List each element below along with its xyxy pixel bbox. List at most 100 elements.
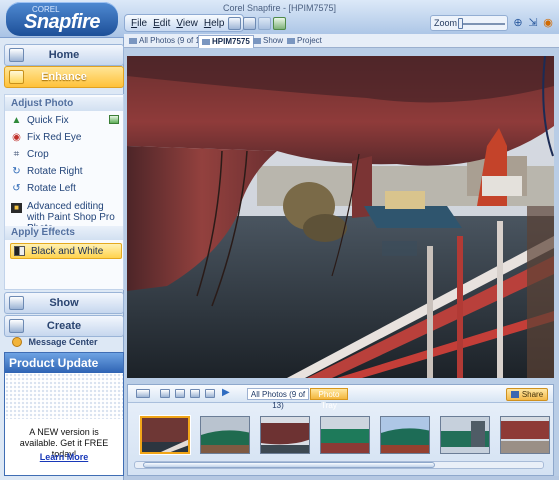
task-fix-red-eye[interactable]: ◉ Fix Red Eye — [11, 132, 121, 148]
main-photo[interactable] — [127, 56, 554, 378]
export-icon[interactable]: ⇲ — [527, 17, 539, 29]
crop-icon: ⌗ — [13, 149, 20, 160]
filmstrip-toolbar: ▶ All Photos (9 of 13) Photo Tray Share — [128, 385, 553, 410]
thumbnail[interactable] — [260, 416, 310, 454]
image-tab-icon — [202, 38, 210, 45]
product-update-pattern — [5, 373, 123, 419]
thumbnail[interactable] — [380, 416, 430, 454]
share-icon — [510, 391, 519, 399]
rotate-icon[interactable] — [175, 389, 185, 398]
quick-fix-star-icon — [109, 115, 119, 124]
task-label: Rotate Right — [27, 166, 83, 177]
task-label: Rotate Left — [27, 183, 76, 194]
message-alert-icon — [12, 337, 22, 347]
filmstrip-all-photos-tab[interactable]: All Photos (9 of 13) — [247, 388, 309, 410]
menu-view[interactable]: View — [176, 18, 198, 29]
task-advanced-editing[interactable]: ■ Advanced editing with Paint Shop Pro P… — [11, 201, 121, 234]
share-button[interactable]: Share — [506, 388, 548, 401]
nav-create-label: Create — [46, 320, 82, 332]
thumbnail[interactable] — [140, 416, 190, 454]
nav-enhance-label: Enhance — [41, 71, 87, 83]
tab-hpim7575-label: HPIM7575 — [212, 37, 250, 46]
zoom-control: Zoom — [430, 15, 508, 31]
product-update-title: Product Update — [5, 353, 123, 373]
task-crop[interactable]: ⌗ Crop — [11, 149, 121, 165]
thumbnail[interactable] — [320, 416, 370, 454]
photos-tab-icon — [129, 37, 137, 44]
tag-icon[interactable] — [160, 389, 170, 398]
rotate-left-icon: ↺ — [12, 183, 21, 194]
window-title: Corel Snapfire - [HPIM7575] — [222, 3, 337, 13]
zoom-slider-thumb[interactable] — [458, 18, 463, 29]
thumbnail[interactable] — [200, 416, 250, 454]
enhance-panel: Adjust Photo ▲ Quick Fix ◉ Fix Red Eye ⌗… — [4, 94, 124, 290]
window-bottom-edge — [124, 476, 559, 480]
message-center-label: Message Center — [28, 337, 98, 347]
undo-icon[interactable] — [258, 17, 271, 30]
tab-show-label: Show — [263, 36, 284, 45]
play-icon[interactable]: ▶ — [222, 387, 230, 398]
tab-show[interactable]: Show — [250, 35, 286, 48]
menu-help[interactable]: Help — [204, 18, 225, 29]
tab-project-label: Project — [297, 36, 322, 45]
adjust-photo-header: Adjust Photo — [5, 97, 123, 111]
share-label: Share — [521, 390, 544, 399]
nav-create-button[interactable]: Create — [4, 315, 124, 337]
filmstrip-panel: ▶ All Photos (9 of 13) Photo Tray Share — [127, 384, 554, 476]
home-icon — [9, 48, 24, 62]
remove-icon[interactable] — [205, 389, 215, 398]
view-tabs: All Photos (9 of 13) HPIM7575 Show Proje… — [124, 34, 559, 48]
thumbnail[interactable] — [440, 416, 490, 454]
quick-fix-icon: ▲ — [11, 115, 22, 126]
project-tab-icon — [287, 37, 295, 44]
filmstrip-photo-tray-tab[interactable]: Photo Tray — [310, 388, 348, 410]
task-rotate-left[interactable]: ↺ Rotate Left — [11, 183, 121, 199]
task-label: Quick Fix — [27, 115, 69, 126]
app-window: COREL Snapfire Corel Snapfire - [HPIM757… — [0, 0, 559, 480]
nav-enhance-button[interactable]: Enhance — [4, 66, 124, 88]
nav-home-label: Home — [48, 49, 80, 61]
task-label: Black and White — [31, 246, 104, 257]
psp-icon: ■ — [11, 203, 22, 213]
black-white-icon — [14, 246, 25, 256]
apply-effects-header: Apply Effects — [5, 226, 123, 240]
save-icon[interactable] — [228, 17, 241, 30]
message-center[interactable]: Message Center — [4, 336, 124, 348]
menu-file[interactable]: File — [131, 18, 147, 29]
show-icon — [9, 296, 24, 310]
learn-more-link[interactable]: Learn More — [9, 452, 119, 462]
red-eye-icon: ◉ — [12, 132, 21, 143]
task-label: Fix Red Eye — [27, 132, 82, 143]
save-all-icon[interactable] — [243, 17, 256, 30]
task-rotate-right[interactable]: ↻ Rotate Right — [11, 166, 121, 182]
zoom-slider-track[interactable] — [459, 23, 505, 25]
nav-show-label: Show — [49, 297, 79, 309]
task-label: Crop — [27, 149, 49, 160]
rotate-right-icon: ↻ — [12, 166, 21, 177]
task-black-and-white[interactable]: Black and White — [10, 243, 122, 259]
collection-icon[interactable] — [190, 389, 200, 398]
sidebar: Home Enhance Adjust Photo ▲ Quick Fix ◉ … — [0, 38, 124, 480]
task-quick-fix[interactable]: ▲ Quick Fix — [11, 115, 121, 131]
show-tab-icon — [253, 37, 261, 44]
zoom-fit-icon[interactable]: ⊕ — [512, 17, 524, 29]
zoom-label: Zoom — [434, 18, 458, 28]
tab-all-photos-label: All Photos (9 of 13) — [139, 36, 208, 45]
nav-home-button[interactable]: Home — [4, 44, 124, 66]
title-bar: COREL Snapfire Corel Snapfire - [HPIM757… — [0, 0, 559, 38]
menu-edit[interactable]: Edit — [153, 18, 170, 29]
logo-text: Snapfire — [24, 11, 101, 33]
create-icon — [9, 319, 24, 333]
enhance-icon — [9, 70, 24, 84]
tab-hpim7575[interactable]: HPIM7575 — [198, 35, 254, 48]
tray-menu-icon[interactable] — [136, 389, 150, 398]
help-icon[interactable]: ◉ — [542, 17, 554, 29]
filmstrip-scrollbar[interactable] — [134, 461, 544, 469]
thumbnail[interactable] — [500, 416, 550, 454]
filmstrip-scroll-thumb[interactable] — [143, 462, 435, 468]
redo-icon[interactable] — [273, 17, 286, 30]
tab-project[interactable]: Project — [284, 35, 325, 48]
nav-show-button[interactable]: Show — [4, 292, 124, 314]
menu-bar: File Edit View Help — [124, 14, 244, 32]
product-update-panel: Product Update A NEW version is availabl… — [4, 352, 124, 476]
